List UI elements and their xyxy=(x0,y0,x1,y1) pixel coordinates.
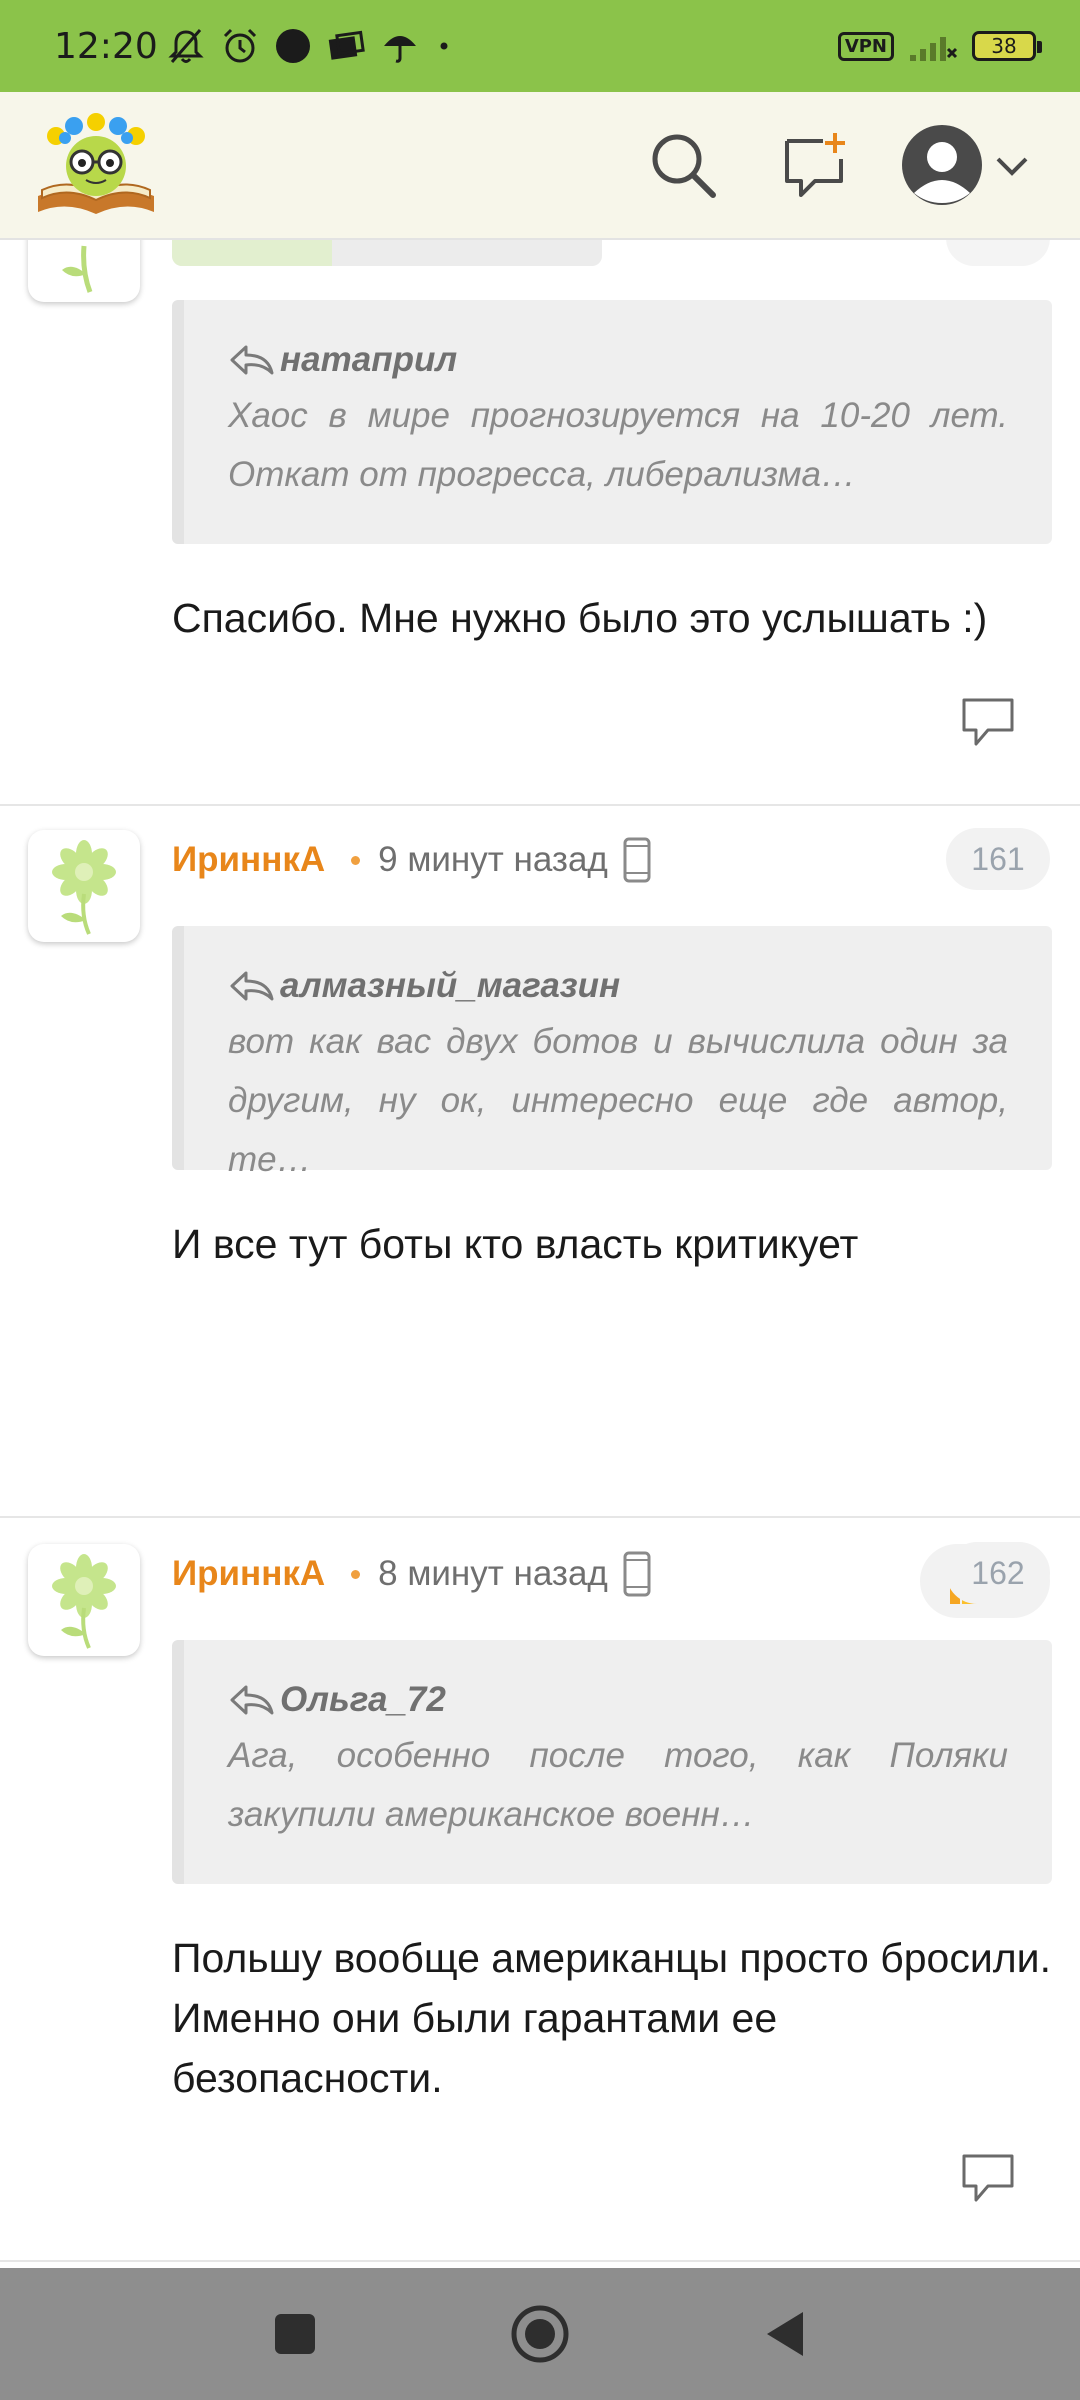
comments-list: натаприл Хаос в мире прогнозируется на 1… xyxy=(0,240,1080,2268)
new-post-icon xyxy=(785,133,845,197)
quote-header: натаприл xyxy=(228,334,1008,386)
profile-button[interactable] xyxy=(896,120,1036,210)
reply-icon[interactable] xyxy=(958,2152,1018,2204)
comment-body: Польшу вообще американцы просто бросили.… xyxy=(172,1935,1051,2101)
comment-number: 162 xyxy=(946,1542,1050,1604)
comment-time: 9 минут назад xyxy=(378,840,608,879)
back-triangle-icon xyxy=(767,2312,803,2356)
quote-author: натаприл xyxy=(280,340,458,379)
signal-icon xyxy=(910,37,958,61)
vpn-icon: VPN xyxy=(837,31,894,61)
chevron-down-icon xyxy=(996,157,1028,176)
flower-avatar-icon xyxy=(62,245,93,293)
avatar[interactable] xyxy=(28,1544,140,1656)
reply-arrow-icon xyxy=(230,971,274,1001)
new-post-button[interactable] xyxy=(770,120,860,210)
author-name[interactable]: ИриннкА xyxy=(172,1554,325,1594)
mute-bell-icon xyxy=(168,29,204,63)
reply-arrow-icon xyxy=(230,345,274,375)
mobile-device-icon xyxy=(623,837,651,883)
quote-author: алмазный_магазин xyxy=(280,966,621,1005)
status-icons-left xyxy=(166,26,454,66)
comment-number xyxy=(946,240,1050,266)
quote-author: Ольга_72 xyxy=(280,1680,446,1719)
reply-icon[interactable] xyxy=(958,696,1018,748)
comment-number: 161 xyxy=(946,828,1050,890)
recents-button[interactable] xyxy=(260,2299,330,2369)
system-nav-bar xyxy=(0,2268,1080,2400)
quote-text: вот как вас двух ботов и вычислила один … xyxy=(228,1022,1008,1179)
divider xyxy=(0,1516,1080,1518)
quote-text: Ага, особенно после того, как Поляки зак… xyxy=(228,1736,1008,1834)
site-logo[interactable] xyxy=(34,110,158,222)
battery-level: 38 xyxy=(991,34,1017,58)
mobile-device-icon xyxy=(623,1551,651,1597)
comment-meta: ИриннкА 8 минут назад xyxy=(172,1544,652,1604)
poll-bar xyxy=(172,240,602,266)
app-header xyxy=(0,92,1080,240)
comment-body: И все тут боты кто власть критикует xyxy=(172,1221,859,1267)
more-dot-icon xyxy=(440,42,448,50)
comment-meta: ИриннкА 9 минут назад xyxy=(172,830,652,890)
dot-icon xyxy=(275,29,310,63)
divider xyxy=(0,804,1080,806)
reply-arrow-icon xyxy=(230,1685,274,1715)
separator-dot xyxy=(351,1569,361,1579)
quote-header: Ольга_72 xyxy=(228,1674,1008,1726)
profile-icon xyxy=(902,125,982,205)
flower-avatar-icon xyxy=(52,840,116,935)
square-icon xyxy=(275,2314,315,2354)
comment-body: Спасибо. Мне нужно было это услышать :) xyxy=(172,595,988,641)
status-icons-right: VPN 38 xyxy=(837,29,1042,63)
quote-block[interactable]: алмазный_магазин вот как вас двух ботов … xyxy=(172,926,1052,1179)
author-name[interactable]: ИриннкА xyxy=(172,840,325,880)
home-button[interactable] xyxy=(505,2299,575,2369)
alarm-icon xyxy=(223,28,256,63)
quote-text: Хаос в мире прогнозируется на 10-20 лет.… xyxy=(228,396,1008,494)
quote-block[interactable]: натаприл Хаос в мире прогнозируется на 1… xyxy=(172,300,1052,544)
umbrella-icon xyxy=(383,36,416,63)
separator-dot xyxy=(351,855,361,865)
status-bar: 12:20 VPN 38 xyxy=(0,0,1080,92)
home-circle-icon xyxy=(511,2305,569,2363)
quote-block[interactable]: Ольга_72 Ага, особенно после того, как П… xyxy=(172,1640,1052,1884)
gallery-icon xyxy=(328,30,365,60)
avatar[interactable] xyxy=(28,240,140,302)
divider xyxy=(0,2260,1080,2262)
comment-time: 8 минут назад xyxy=(378,1554,608,1593)
avatar[interactable] xyxy=(28,830,140,942)
quote-header: алмазный_магазин xyxy=(228,960,1008,1012)
status-time: 12:20 xyxy=(54,25,158,67)
back-button[interactable] xyxy=(750,2299,820,2369)
search-button[interactable] xyxy=(638,120,728,210)
search-icon xyxy=(652,134,716,198)
battery-icon: 38 xyxy=(972,31,1042,61)
flower-avatar-icon xyxy=(52,1554,116,1649)
